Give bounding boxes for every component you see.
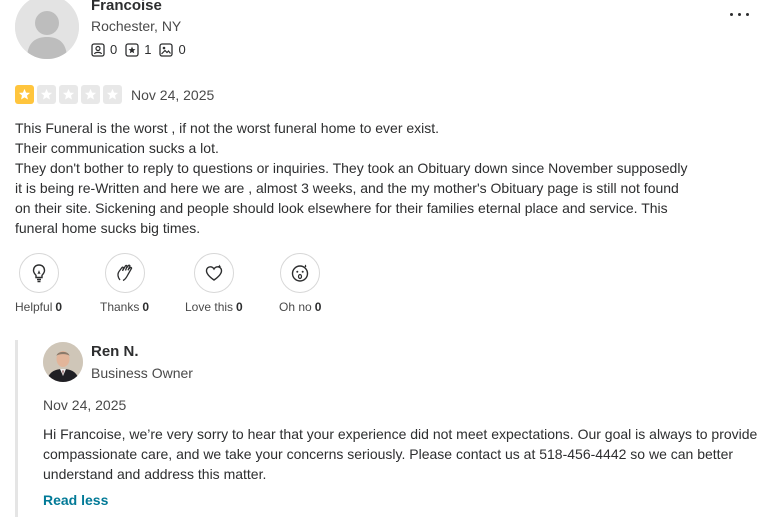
review-text-line: Their communication sucks a lot. [15, 140, 219, 156]
review-text-line: This Funeral is the worst , if not the w… [15, 120, 440, 136]
reviews-star-icon [125, 42, 139, 57]
default-user-icon [15, 0, 79, 59]
star-empty-icon [103, 85, 122, 104]
reviewer-stats: 0 1 0 [91, 42, 194, 57]
heart-icon [205, 264, 223, 281]
reviews-count: 1 [144, 42, 152, 57]
owner-avatar[interactable] [43, 342, 83, 382]
read-less-link[interactable]: Read less [43, 492, 108, 508]
star-empty-icon [81, 85, 100, 104]
reviewer-name[interactable]: Francoise [91, 0, 162, 14]
reaction-count: 0 [142, 300, 150, 314]
review-text: This Funeral is the worst , if not the w… [15, 118, 695, 238]
photos-icon [159, 42, 174, 57]
reply-text: Hi Francoise, we’re very sorry to hear t… [43, 426, 758, 482]
reaction-label: Love this [185, 300, 234, 314]
review-text-line: They don't bother to reply to questions … [15, 160, 688, 236]
more-options-icon[interactable] [728, 6, 752, 22]
lightbulb-icon [32, 264, 45, 283]
owner-role: Business Owner [91, 365, 193, 381]
star-empty-icon [37, 85, 56, 104]
hands-icon [116, 264, 132, 282]
reaction-count: 0 [236, 300, 243, 314]
reviewer-location: Rochester, NY [91, 18, 182, 34]
reaction-oh-no-button[interactable]: Oh no 0 [279, 253, 321, 314]
owner-name: Ren N. [91, 343, 139, 360]
reaction-label: Thanks [100, 300, 140, 314]
reply-date: Nov 24, 2025 [43, 397, 127, 413]
reaction-helpful-button[interactable]: Helpful 0 [15, 253, 62, 314]
star-filled-icon [15, 85, 34, 104]
shocked-face-icon [291, 264, 309, 282]
reaction-thanks-button[interactable]: Thanks 0 [100, 253, 149, 314]
star-rating [15, 85, 125, 104]
friends-icon [91, 42, 105, 57]
reviewer-avatar[interactable] [15, 0, 79, 59]
owner-photo-icon [43, 342, 83, 382]
photos-count: 0 [178, 42, 186, 57]
review-date: Nov 24, 2025 [131, 87, 215, 103]
reaction-love-this-button[interactable]: Love this 0 [185, 253, 243, 314]
friends-stat: 0 [91, 42, 117, 57]
reviews-stat: 1 [125, 42, 151, 57]
reaction-count: 0 [55, 300, 63, 314]
reply-divider [15, 340, 18, 517]
star-empty-icon [59, 85, 78, 104]
photos-stat: 0 [159, 42, 186, 57]
reaction-label: Oh no [279, 300, 312, 314]
reaction-label: Helpful [15, 300, 53, 314]
reaction-count: 0 [314, 300, 322, 314]
friends-count: 0 [110, 42, 118, 57]
